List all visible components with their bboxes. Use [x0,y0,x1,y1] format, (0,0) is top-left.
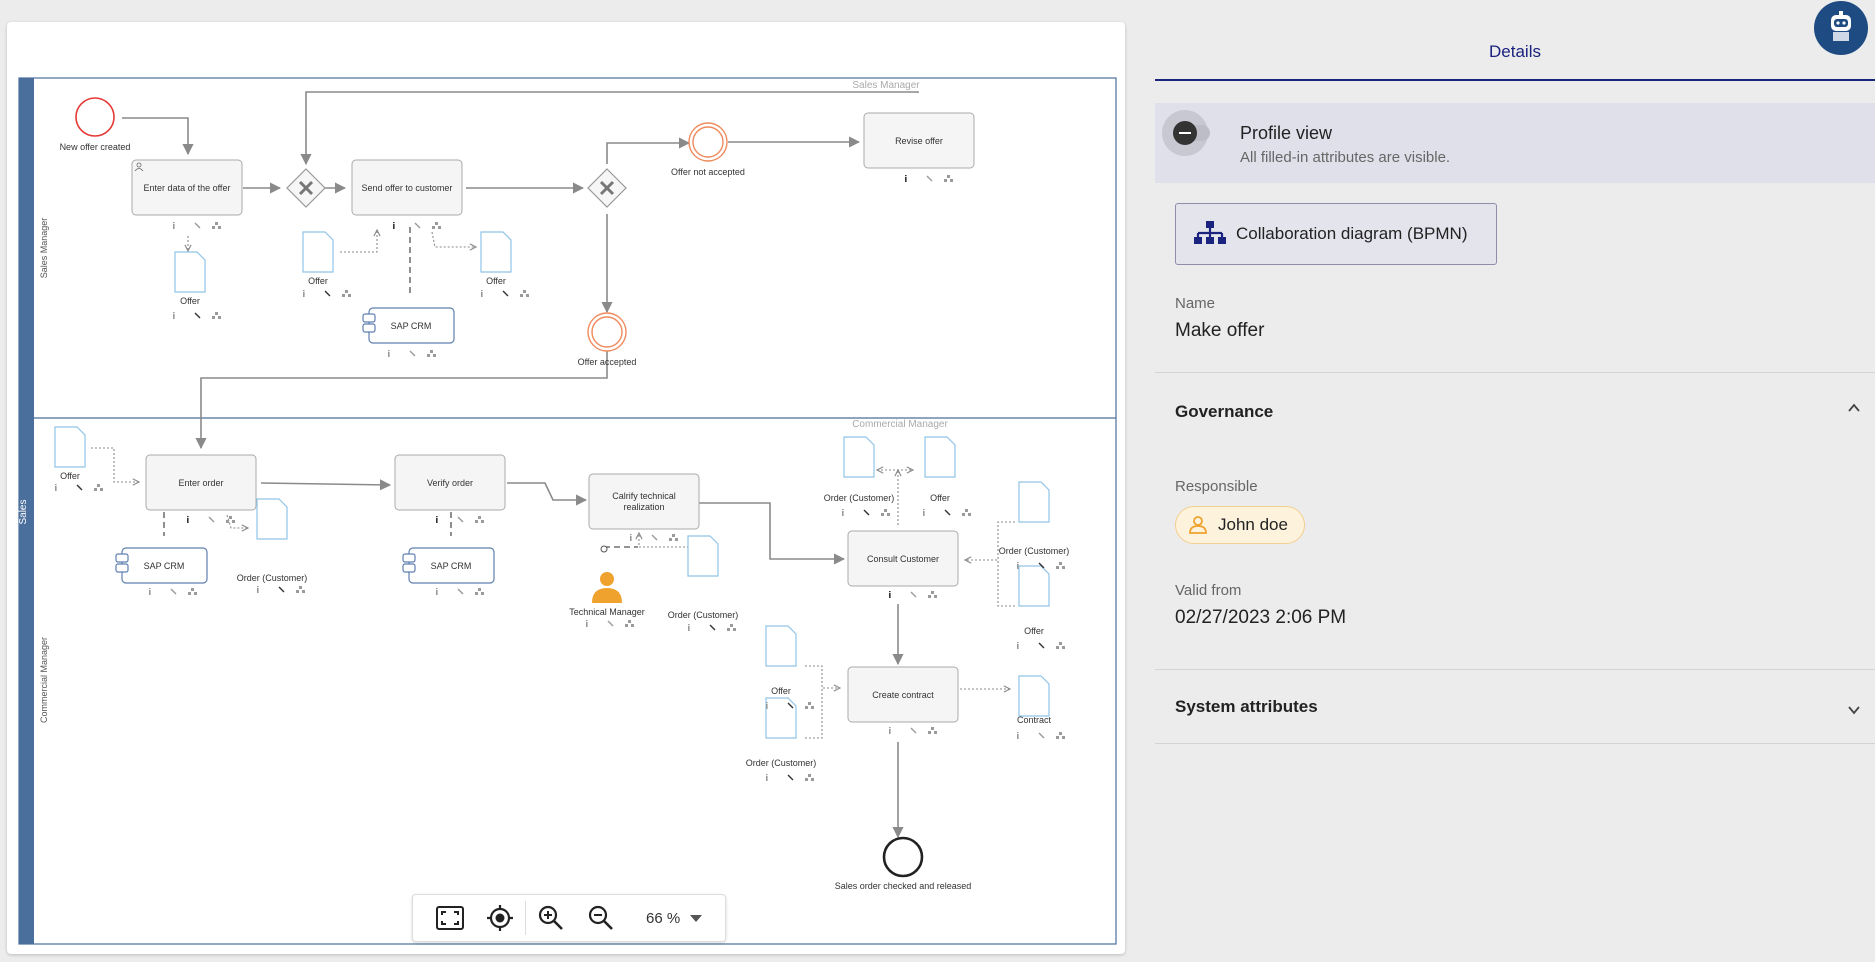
start-event [75,97,115,137]
task-label: Enter order [178,478,223,488]
role-label: Technical Manager [569,607,645,617]
hierarchy-icon [1194,221,1226,244]
document-contract [1018,675,1050,717]
system-attributes-section-title[interactable]: System attributes [1175,697,1318,717]
document-label: Offer [180,296,200,306]
event-offer-not-accepted [688,122,728,162]
name-value: Make offer [1175,320,1265,341]
event-offer-accepted [587,312,627,352]
collaboration-diagram-label: Collaboration diagram (BPMN) [1236,224,1468,243]
document-offer [54,426,86,468]
end-event [882,836,924,878]
system-label: SAP CRM [144,561,185,571]
document-order-customer [765,697,797,739]
details-panel: Details Profile view All filled-in attri… [1155,0,1875,962]
lane-top-label-2: Commercial Manager [852,419,948,430]
gateway-2 [587,168,627,208]
zoom-in-icon[interactable] [526,895,576,941]
start-event-label: New offer created [60,142,131,152]
chevron-up-icon[interactable] [1848,402,1860,414]
document-offer [302,231,334,273]
divider [1155,372,1875,373]
document-label: Order (Customer) [237,573,308,583]
toggle-minus-icon[interactable] [1173,121,1197,145]
document-order-customer [1018,481,1050,523]
document-offer [765,625,797,667]
system-label: SAP CRM [391,321,432,331]
document-order-customer [687,535,719,577]
tab-underline [1155,79,1875,81]
document-label: Offer [60,471,80,481]
divider [1155,743,1875,744]
document-offer [924,436,956,478]
document-label: Order (Customer) [999,546,1070,556]
zoom-level[interactable]: 66 % [646,910,680,927]
zoom-out-icon[interactable] [576,895,626,941]
task-label: realization [623,502,664,512]
name-label: Name [1175,295,1216,312]
document-label: Order (Customer) [746,758,817,768]
responsible-label: Responsible [1175,478,1258,495]
document-offer [174,251,206,293]
task-label: Enter data of the offer [144,183,231,193]
document-label: Contract [1017,715,1052,725]
gateway-1 [286,168,326,208]
zoom-toolbar: 66 % [412,894,726,942]
divider [1155,669,1875,670]
event-not-accepted-label: Offer not accepted [671,167,745,177]
lane-side-label-1: Sales Manager [39,218,49,279]
document-order-customer [256,498,288,540]
document-label: Offer [771,686,791,696]
governance-section-title[interactable]: Governance [1175,402,1273,422]
document-label: Offer [486,276,506,286]
document-offer [1018,565,1050,607]
task-label: Verify order [427,478,473,488]
responsible-name: John doe [1218,515,1288,534]
bpmn-diagram[interactable]: Sales Sales Manager Commercial Manager S… [7,22,1125,954]
center-target-icon[interactable] [475,895,525,941]
task-label: Revise offer [895,136,943,146]
task-label: Calrify technical [612,491,676,501]
lane-side-label-2: Commercial Manager [39,637,49,723]
caret-down-icon[interactable] [690,914,703,922]
person-outline-icon [1189,516,1207,534]
document-label: Order (Customer) [668,610,739,620]
end-event-label: Sales order checked and released [835,881,972,891]
lane-top-label-1: Sales Manager [852,80,920,91]
valid-from-value: 02/27/2023 2:06 PM [1175,607,1347,628]
document-label: Order (Customer) [824,493,895,503]
document-label: Offer [1024,626,1044,636]
fit-screen-icon[interactable] [425,895,475,941]
document-order-customer [843,436,875,478]
person-icon [592,572,622,603]
diagram-canvas[interactable]: Sales Sales Manager Commercial Manager S… [7,22,1125,954]
event-accepted-label: Offer accepted [578,357,637,367]
profile-view-box: Profile view All filled-in attributes ar… [1155,103,1875,183]
task-label: Create contract [872,690,934,700]
valid-from-label: Valid from [1175,582,1242,599]
responsible-chip[interactable]: John doe [1175,506,1305,544]
task-label: Consult Customer [867,554,939,564]
collaboration-diagram-button[interactable]: Collaboration diagram (BPMN) [1175,203,1497,265]
pool-label: Sales [18,499,29,524]
chevron-down-icon[interactable] [1848,704,1860,716]
system-label: SAP CRM [431,561,472,571]
profile-view-title: Profile view [1240,123,1333,143]
details-tab[interactable]: Details [1155,42,1875,62]
document-offer [480,231,512,273]
task-label: Send offer to customer [362,183,453,193]
document-label: Offer [308,276,328,286]
profile-view-subtitle: All filled-in attributes are visible. [1240,149,1451,166]
document-label: Offer [930,493,950,503]
